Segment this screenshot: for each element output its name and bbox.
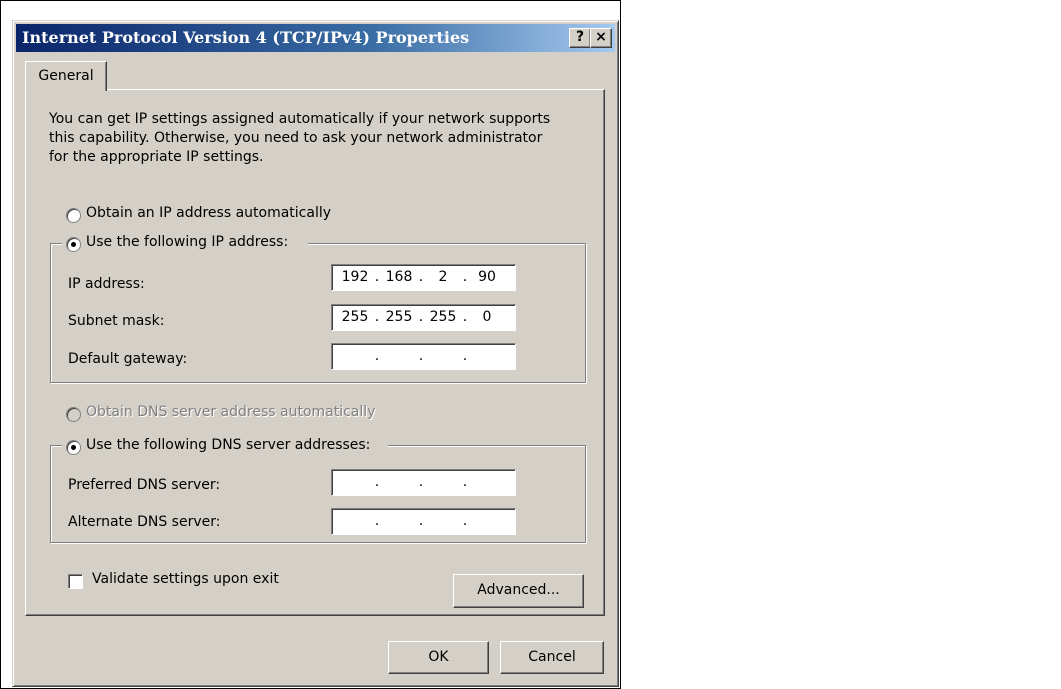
subnet-mask-label: Subnet mask: (68, 313, 165, 329)
title-bar[interactable]: Internet Protocol Version 4 (TCP/IPv4) P… (16, 24, 615, 52)
octet-separator: . (462, 269, 468, 285)
advanced-button[interactable]: Advanced... (453, 574, 584, 608)
help-button[interactable]: ? (569, 28, 591, 48)
ip-octet: 0 (482, 309, 492, 325)
octet-separator: . (418, 309, 424, 325)
default-gateway-label: Default gateway: (68, 351, 188, 367)
preferred-dns-input[interactable]: . . . (331, 469, 516, 496)
octet-separator: . (418, 474, 424, 490)
ip-octet: 90 (478, 269, 496, 285)
octet-separator: . (374, 348, 380, 364)
octet-separator: . (374, 474, 380, 490)
intro-description: You can get IP settings assigned automat… (49, 110, 589, 167)
ip-address-input[interactable]: 192 . 168 . 2 . 90 (331, 264, 516, 291)
description-line: for the appropriate IP settings. (49, 149, 264, 165)
tab-general[interactable]: General (25, 61, 107, 91)
octet-separator: . (374, 309, 380, 325)
ip-octet: 168 (385, 269, 413, 285)
obtain-ip-auto-label[interactable]: Obtain an IP address automatically (86, 205, 331, 221)
ipv4-properties-dialog: Internet Protocol Version 4 (TCP/IPv4) P… (12, 20, 619, 687)
octet-separator: . (462, 348, 468, 364)
window-title: Internet Protocol Version 4 (TCP/IPv4) P… (22, 28, 470, 47)
description-line: this capability. Otherwise, you need to … (49, 130, 543, 146)
alternate-dns-label: Alternate DNS server: (68, 514, 221, 530)
octet-separator: . (418, 348, 424, 364)
use-following-ip-radio[interactable] (66, 237, 81, 252)
octet-separator: . (462, 513, 468, 529)
preferred-dns-label: Preferred DNS server: (68, 477, 221, 493)
obtain-dns-auto-radio[interactable] (66, 407, 81, 422)
octet-separator: . (374, 513, 380, 529)
screenshot-frame: Internet Protocol Version 4 (TCP/IPv4) P… (0, 0, 621, 689)
octet-separator: . (462, 309, 468, 325)
octet-separator: . (374, 269, 380, 285)
use-following-ip-label[interactable]: Use the following IP address: (86, 234, 288, 250)
ok-button[interactable]: OK (388, 641, 489, 674)
ip-octet: 2 (438, 269, 448, 285)
octet-separator: . (418, 513, 424, 529)
use-following-dns-radio[interactable] (66, 440, 81, 455)
description-line: You can get IP settings assigned automat… (49, 111, 551, 127)
cancel-button[interactable]: Cancel (500, 641, 604, 674)
subnet-mask-input[interactable]: 255 . 255 . 255 . 0 (331, 304, 516, 331)
ip-octet: 255 (385, 309, 413, 325)
ip-octet: 255 (429, 309, 457, 325)
obtain-dns-auto-label[interactable]: Obtain DNS server address automatically (86, 404, 375, 420)
default-gateway-input[interactable]: . . . (331, 343, 516, 370)
validate-settings-label[interactable]: Validate settings upon exit (92, 571, 279, 587)
alternate-dns-input[interactable]: . . . (331, 508, 516, 535)
validate-settings-checkbox[interactable] (68, 574, 83, 589)
obtain-ip-auto-radio[interactable] (66, 208, 81, 223)
octet-separator: . (462, 474, 468, 490)
ip-octet: 192 (341, 269, 369, 285)
ip-address-label: IP address: (68, 276, 145, 292)
use-following-dns-label[interactable]: Use the following DNS server addresses: (86, 437, 370, 453)
octet-separator: . (418, 269, 424, 285)
ip-octet: 255 (341, 309, 369, 325)
close-button[interactable]: × (590, 28, 612, 48)
